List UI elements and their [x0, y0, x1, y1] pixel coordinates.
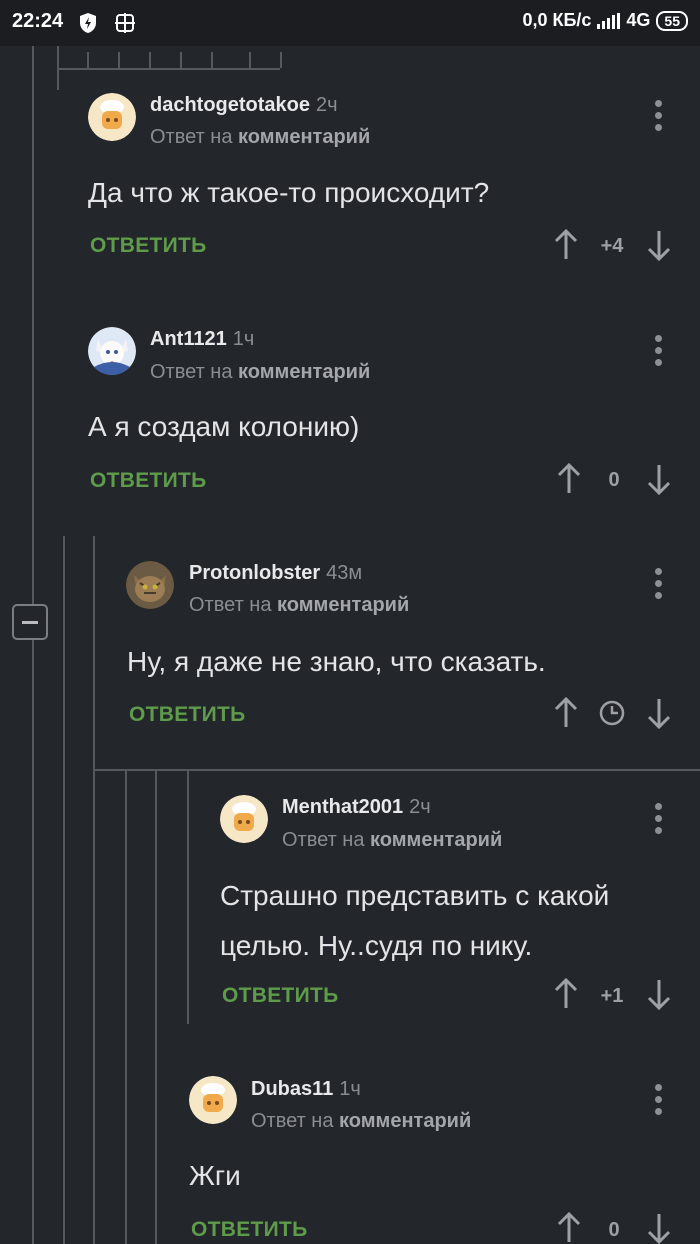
- comment-text: А я создам колонию): [88, 411, 360, 442]
- thread-line: [187, 771, 189, 1024]
- comment-score: 0: [608, 1219, 620, 1241]
- thread-line: [57, 68, 280, 70]
- thread-tick: [87, 52, 89, 68]
- comment-time: 1ч: [339, 1078, 361, 1100]
- comment-header: dachtogetotakoe 2ч: [150, 94, 338, 117]
- reply-button[interactable]: ОТВЕТИТЬ: [90, 469, 207, 493]
- avatar[interactable]: [220, 795, 268, 843]
- more-options-icon[interactable]: [655, 803, 663, 839]
- comment-time: 1ч: [232, 328, 255, 350]
- comment-header: Protonlobster 43м: [189, 562, 362, 585]
- upvote-arrow-icon[interactable]: [553, 229, 579, 261]
- reply-prefix: Ответ на: [282, 829, 365, 851]
- reply-to: Ответ на комментарий: [189, 594, 409, 617]
- thread-tick: [180, 52, 182, 68]
- comment-score: 0: [608, 469, 620, 491]
- comment-text: Да что ж такое-то происходит?: [88, 177, 490, 208]
- thread-line: [32, 46, 34, 1244]
- avatar[interactable]: [189, 1076, 237, 1124]
- thread-tick: [211, 52, 213, 68]
- comment-header: Menthat2001 2ч: [282, 796, 431, 819]
- reply-target-link[interactable]: комментарий: [339, 1110, 471, 1132]
- username[interactable]: dachtogetotakoe: [150, 94, 310, 116]
- upvote-arrow-icon[interactable]: [553, 697, 579, 729]
- comment-text: Страшно представить с какой целью. Ну..с…: [220, 871, 609, 971]
- reply-target-link[interactable]: комментарий: [277, 594, 409, 616]
- vpn-grid-icon: [114, 12, 136, 39]
- shield-bolt-icon: [78, 12, 98, 39]
- comment-time: 43м: [326, 562, 363, 584]
- comment-time: 2ч: [409, 796, 431, 818]
- comment-header: Ant1121 1ч: [150, 328, 254, 351]
- reply-prefix: Ответ на: [150, 361, 233, 383]
- downvote-arrow-icon[interactable]: [646, 229, 672, 261]
- username[interactable]: Dubas11: [251, 1078, 333, 1100]
- comment-score: +1: [600, 985, 624, 1007]
- thread-tick: [118, 52, 120, 68]
- upvote-arrow-icon[interactable]: [556, 463, 582, 495]
- status-time: 22:24: [12, 10, 64, 32]
- upvote-arrow-icon[interactable]: [556, 1212, 582, 1244]
- battery-icon: 55: [656, 10, 688, 31]
- more-options-icon[interactable]: [655, 100, 663, 136]
- downvote-arrow-icon[interactable]: [646, 978, 672, 1010]
- reply-to: Ответ на комментарий: [150, 361, 370, 384]
- signal-icon: [597, 12, 621, 29]
- reply-to: Ответ на комментарий: [282, 829, 502, 852]
- thread-tick: [249, 52, 251, 68]
- reply-button[interactable]: ОТВЕТИТЬ: [90, 234, 207, 258]
- upvote-arrow-icon[interactable]: [553, 978, 579, 1010]
- network-type: 4G: [626, 10, 651, 30]
- reply-prefix: Ответ на: [189, 594, 272, 616]
- username[interactable]: Protonlobster: [189, 562, 320, 584]
- username[interactable]: Ant1121: [150, 328, 227, 350]
- downvote-arrow-icon[interactable]: [646, 1212, 672, 1244]
- thread-tick: [280, 52, 282, 68]
- comment-text-line: Страшно представить с какой: [220, 880, 610, 911]
- more-options-icon[interactable]: [655, 568, 663, 604]
- downvote-arrow-icon[interactable]: [646, 697, 672, 729]
- avatar[interactable]: [88, 93, 136, 141]
- more-options-icon[interactable]: [655, 335, 663, 371]
- comment-text-line: целью. Ну..судя по нику.: [220, 930, 533, 961]
- comment-text: Ну, я даже не знаю, что сказать.: [127, 646, 546, 677]
- battery-level: 55: [664, 12, 680, 29]
- reply-to: Ответ на комментарий: [150, 126, 370, 149]
- reply-target-link[interactable]: комментарий: [370, 829, 502, 851]
- thread-line: [155, 771, 157, 1244]
- comment-text: Жги: [189, 1160, 241, 1191]
- clock-icon: [599, 700, 625, 731]
- reply-target-link[interactable]: комментарий: [238, 126, 370, 148]
- avatar[interactable]: [88, 327, 136, 375]
- thread-line: [63, 536, 65, 1244]
- reply-to: Ответ на комментарий: [251, 1110, 471, 1133]
- avatar[interactable]: [126, 561, 174, 609]
- status-right: 0,0 КБ/с 4G 55: [522, 10, 688, 31]
- more-options-icon[interactable]: [655, 1084, 663, 1120]
- reply-button[interactable]: ОТВЕТИТЬ: [222, 984, 339, 1008]
- network-speed: 0,0 КБ/с: [522, 10, 592, 30]
- thread-tick: [149, 52, 151, 68]
- comment-time: 2ч: [316, 94, 338, 116]
- status-bar: 22:24 0,0 КБ/с 4G 55: [0, 0, 700, 46]
- thread-line: [93, 769, 700, 771]
- thread-line: [125, 771, 127, 1244]
- reply-target-link[interactable]: комментарий: [238, 361, 370, 383]
- comment-score: +4: [600, 235, 624, 257]
- comment-header: Dubas11 1ч: [251, 1078, 361, 1101]
- thread-line: [93, 536, 95, 1244]
- reply-button[interactable]: ОТВЕТИТЬ: [191, 1218, 308, 1242]
- username[interactable]: Menthat2001: [282, 796, 403, 818]
- collapse-thread-button[interactable]: [12, 604, 48, 640]
- reply-prefix: Ответ на: [150, 126, 233, 148]
- downvote-arrow-icon[interactable]: [646, 463, 672, 495]
- reply-button[interactable]: ОТВЕТИТЬ: [129, 703, 246, 727]
- reply-prefix: Ответ на: [251, 1110, 334, 1132]
